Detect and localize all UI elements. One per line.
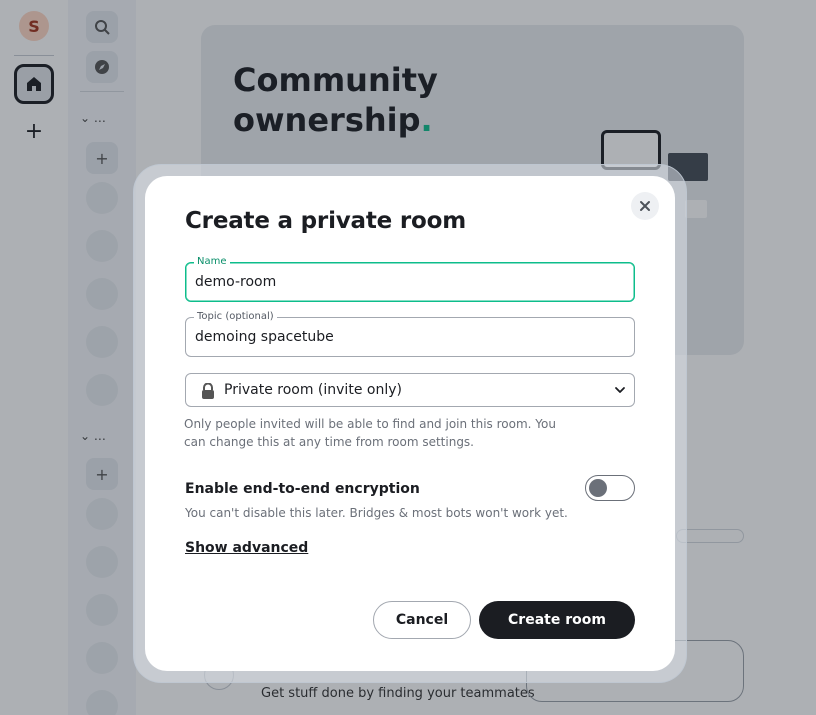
encryption-description: You can't disable this later. Bridges & …	[185, 506, 568, 520]
show-advanced-link[interactable]: Show advanced	[185, 540, 308, 556]
close-button[interactable]	[631, 192, 659, 220]
topic-input[interactable]	[195, 329, 615, 345]
encryption-label: Enable end-to-end encryption	[185, 481, 420, 497]
topic-field[interactable]: Topic (optional)	[185, 310, 635, 357]
name-field[interactable]: Name	[185, 255, 635, 302]
topic-field-label: Topic (optional)	[194, 310, 277, 324]
chevron-down-icon	[615, 387, 625, 393]
name-field-label: Name	[194, 255, 230, 269]
room-visibility-select[interactable]: Private room (invite only)	[185, 373, 635, 407]
cancel-button[interactable]: Cancel	[373, 601, 471, 639]
dialog-title: Create a private room	[185, 208, 466, 234]
encryption-toggle[interactable]	[585, 475, 635, 501]
close-icon	[640, 201, 650, 211]
name-input[interactable]	[195, 274, 615, 290]
lock-icon	[202, 383, 214, 399]
create-room-dialog: Create a private room Name Topic (option…	[145, 176, 675, 671]
toggle-knob	[589, 479, 607, 497]
create-room-button[interactable]: Create room	[479, 601, 635, 639]
room-visibility-value: Private room (invite only)	[224, 382, 402, 398]
visibility-help-text: Only people invited will be able to find…	[184, 417, 556, 449]
